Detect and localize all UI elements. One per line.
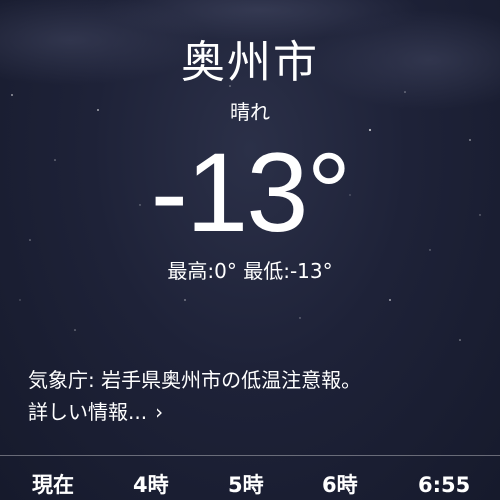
alert-text: 気象庁: 岩手県奥州市の低温注意報。 xyxy=(28,368,362,392)
hour-label: 4時 xyxy=(133,473,169,497)
weather-condition: 晴れ xyxy=(230,100,270,124)
high-temperature: 最高:0° xyxy=(167,259,237,283)
high-low-temperatures: 最高:0° 最低:-13° xyxy=(0,256,500,286)
hour-label-sunrise: 6:55 xyxy=(418,473,471,497)
more-info-link[interactable]: 詳しい情報... › xyxy=(28,396,478,428)
hour-label: 5時 xyxy=(228,473,264,497)
more-info-label: 詳しい情報... xyxy=(28,400,148,424)
chevron-right-icon: › xyxy=(155,400,164,424)
low-temperature: 最低:-13° xyxy=(243,259,333,283)
hourly-forecast[interactable]: 現在 4時 5時 6時 6:55 xyxy=(0,470,500,500)
hour-label: 6時 xyxy=(322,473,358,497)
divider xyxy=(0,455,500,456)
weather-alert[interactable]: 気象庁: 岩手県奥州市の低温注意報。 詳しい情報... › xyxy=(28,364,478,428)
current-temperature: -13° xyxy=(150,130,352,255)
hour-label-now: 現在 xyxy=(32,473,74,497)
city-name: 奥州市 xyxy=(181,37,319,88)
